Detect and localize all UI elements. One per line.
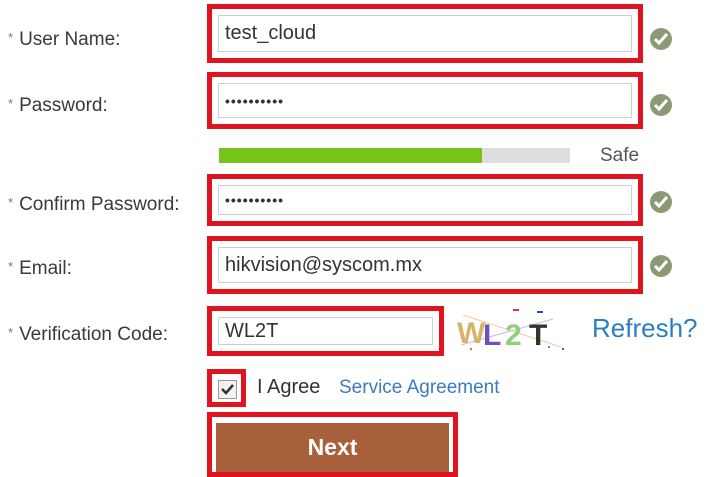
agree-label: I Agree xyxy=(257,376,321,398)
agree-checkbox-highlight xyxy=(207,369,246,407)
email-input[interactable]: hikvision@syscom.mx xyxy=(218,247,632,283)
email-highlight: hikvision@syscom.mx xyxy=(207,236,643,294)
email-label: * Email: xyxy=(8,258,72,279)
next-button[interactable]: Next xyxy=(216,423,449,472)
agree-checkbox[interactable] xyxy=(218,380,237,399)
check-circle-icon xyxy=(650,94,672,116)
password-strength-label: Safe xyxy=(600,145,640,166)
verification-code-highlight: WL2T xyxy=(207,306,444,356)
service-agreement-link[interactable]: Service Agreement xyxy=(339,377,500,399)
checkmark-icon xyxy=(221,384,234,395)
refresh-captcha-link[interactable]: Refresh? xyxy=(592,313,698,344)
captcha-image: W L 2 T xyxy=(457,309,564,352)
password-input[interactable]: •••••••••• xyxy=(218,83,632,118)
svg-text:L: L xyxy=(483,319,501,352)
confirm-password-highlight: •••••••••• xyxy=(207,174,643,226)
password-highlight: •••••••••• xyxy=(207,72,643,129)
verification-code-input[interactable]: WL2T xyxy=(218,317,433,345)
svg-text:T: T xyxy=(529,319,547,352)
username-highlight: test_cloud xyxy=(207,4,643,63)
confirm-password-input[interactable]: •••••••••• xyxy=(218,185,632,215)
check-circle-icon xyxy=(650,191,672,213)
username-label: * User Name: xyxy=(8,29,121,50)
password-strength-bar xyxy=(219,148,570,163)
check-circle-icon xyxy=(650,28,672,50)
verification-code-label: * Verification Code: xyxy=(8,324,168,345)
svg-text:2: 2 xyxy=(505,319,522,352)
check-circle-icon xyxy=(650,255,672,277)
password-label: * Password: xyxy=(8,95,108,116)
confirm-password-label: * Confirm Password: xyxy=(8,194,180,215)
password-strength-fill xyxy=(219,148,483,163)
svg-text:W: W xyxy=(457,317,486,350)
username-input[interactable]: test_cloud xyxy=(218,15,632,52)
next-button-highlight: Next xyxy=(207,412,458,477)
